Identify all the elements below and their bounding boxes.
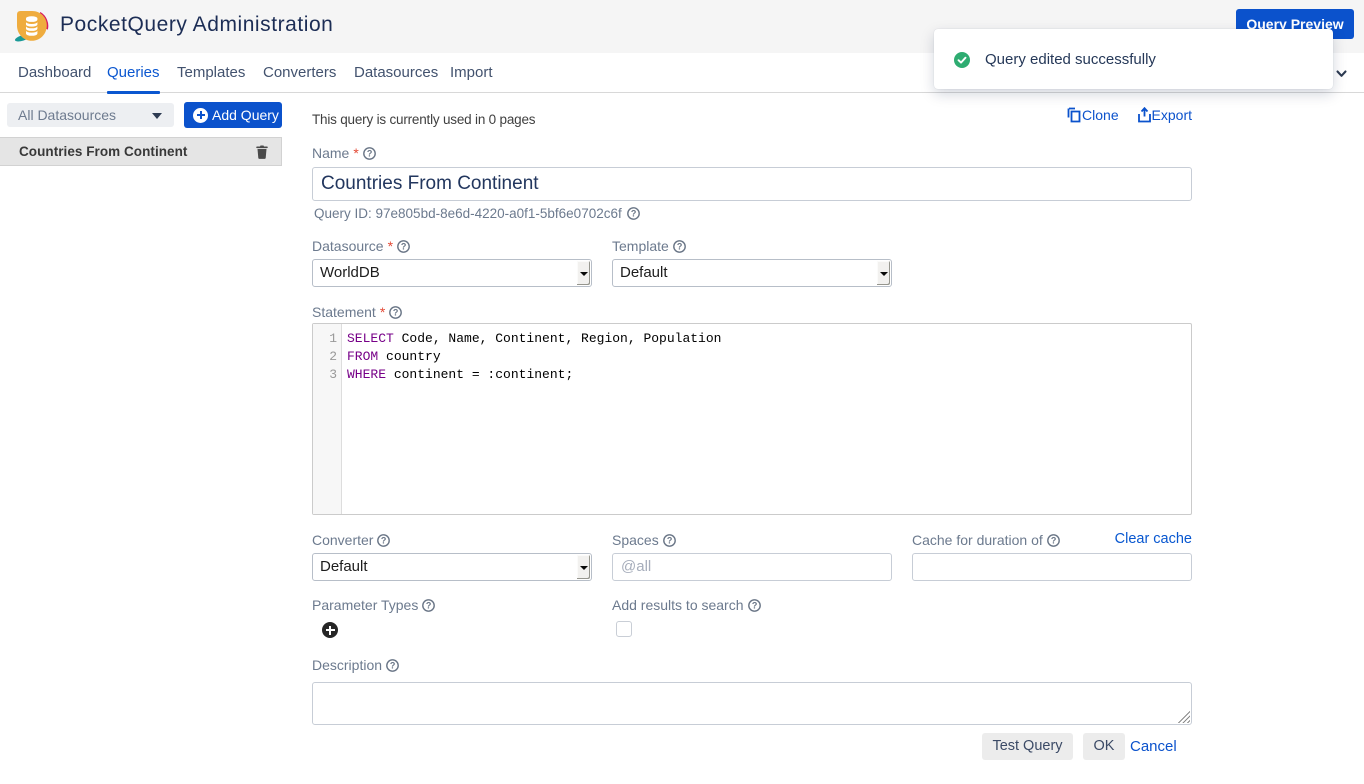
svg-text:?: ? <box>390 660 396 670</box>
svg-text:?: ? <box>367 148 373 158</box>
svg-text:?: ? <box>426 600 432 610</box>
svg-text:?: ? <box>677 241 683 251</box>
svg-text:?: ? <box>1051 535 1057 545</box>
svg-text:?: ? <box>631 208 637 218</box>
svg-text:?: ? <box>393 307 399 317</box>
svg-text:?: ? <box>381 535 387 545</box>
svg-text:?: ? <box>401 241 407 251</box>
svg-text:?: ? <box>751 600 757 610</box>
svg-text:?: ? <box>667 535 673 545</box>
